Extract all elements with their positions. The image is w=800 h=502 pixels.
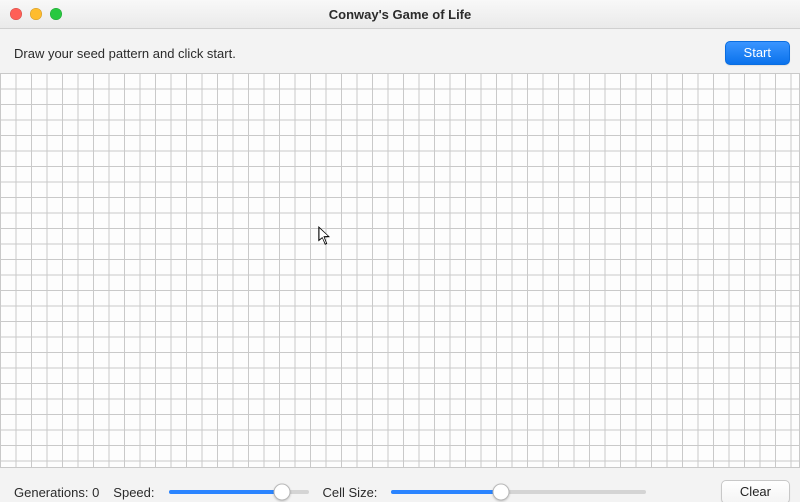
speed-slider[interactable]: [169, 482, 309, 502]
generations-value: 0: [92, 485, 99, 500]
generations-label: Generations:: [14, 485, 88, 500]
generations-readout: Generations: 0: [14, 485, 99, 500]
speed-slider-track: [169, 490, 309, 494]
speed-slider-fill: [169, 490, 282, 494]
window-titlebar: Conway's Game of Life: [0, 0, 800, 29]
close-window-button[interactable]: [10, 8, 22, 20]
minimize-window-button[interactable]: [30, 8, 42, 20]
cell-size-slider-thumb[interactable]: [493, 484, 510, 501]
window-title: Conway's Game of Life: [0, 7, 800, 22]
footer-bar: Generations: 0 Speed: Cell Size: Clear: [0, 476, 800, 502]
top-bar: Draw your seed pattern and click start. …: [0, 29, 800, 73]
speed-slider-thumb[interactable]: [273, 484, 290, 501]
cell-size-label: Cell Size:: [323, 485, 378, 500]
window-controls: [0, 8, 62, 20]
zoom-window-button[interactable]: [50, 8, 62, 20]
grid-container: [0, 73, 800, 468]
life-grid[interactable]: [0, 73, 800, 468]
cell-size-slider-fill: [391, 490, 501, 494]
speed-label: Speed:: [113, 485, 154, 500]
instruction-text: Draw your seed pattern and click start.: [14, 46, 236, 61]
start-button[interactable]: Start: [725, 41, 790, 65]
mouse-cursor-icon: [318, 226, 332, 246]
clear-button[interactable]: Clear: [721, 480, 790, 502]
cell-size-slider[interactable]: [391, 482, 646, 502]
cell-size-slider-track: [391, 490, 646, 494]
